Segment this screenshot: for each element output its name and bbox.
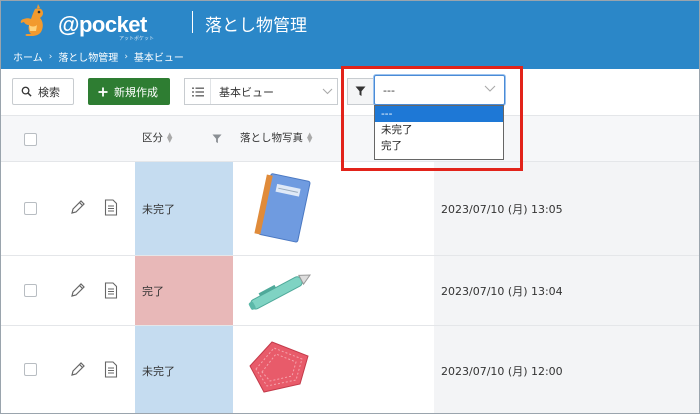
breadcrumb-separator-icon: ›	[48, 51, 53, 62]
records-table: 区分 ▲ ▼ 落とし物写真 ▲ ▼ 未完了 2023/07/10 (月) 13:…	[1, 115, 699, 413]
chevron-down-icon	[484, 85, 496, 92]
view-select[interactable]: 基本ビュー	[184, 78, 338, 105]
date-value: 2023/07/10 (月) 13:05	[441, 202, 563, 216]
notebook-image[interactable]	[244, 173, 316, 245]
filter-icon[interactable]	[212, 134, 222, 144]
dropdown-option[interactable]: 完了	[375, 138, 503, 154]
category-value: 未完了	[142, 364, 175, 378]
date-cell: 2023/07/10 (月) 13:04	[434, 256, 699, 325]
row-checkbox[interactable]	[24, 284, 37, 297]
photo-cell	[234, 162, 434, 255]
breadcrumb-home[interactable]: ホーム	[13, 49, 43, 64]
app-window: @pocket アットポケット 落とし物管理 ホーム › 落とし物管理 › 基本…	[0, 0, 700, 414]
new-record-button[interactable]: 新規作成	[88, 78, 170, 105]
search-icon	[21, 86, 32, 97]
table-header: 区分 ▲ ▼ 落とし物写真 ▲ ▼	[1, 115, 699, 162]
pen-image[interactable]	[242, 264, 318, 318]
dropdown-option[interactable]: ---	[375, 106, 503, 122]
pencil-icon[interactable]	[69, 282, 86, 299]
search-button-label: 検索	[38, 85, 60, 99]
status-filter-select[interactable]: ---	[374, 75, 505, 105]
date-cell: 2023/07/10 (月) 13:05	[434, 162, 699, 255]
view-select-value: 基本ビュー	[219, 85, 274, 99]
handkerchief-image[interactable]	[242, 336, 316, 398]
breadcrumb-separator-icon: ›	[124, 51, 128, 62]
logo-subtext: アットポケット	[119, 36, 155, 42]
photo-cell	[234, 256, 434, 325]
status-filter-value: ---	[383, 83, 395, 97]
table-row[interactable]: 完了 2023/07/10 (月) 13:04	[1, 256, 699, 326]
app-header: @pocket アットポケット 落とし物管理 ホーム › 落とし物管理 › 基本…	[1, 1, 699, 69]
table-row[interactable]: 未完了 2023/07/10 (月) 12:00	[1, 326, 699, 413]
column-header-label: 落とし物写真	[240, 132, 303, 144]
column-header-photo[interactable]: 落とし物写真 ▲ ▼	[240, 130, 312, 145]
dropdown-option[interactable]: 未完了	[375, 122, 503, 138]
filter-button[interactable]	[347, 78, 374, 105]
pencil-icon[interactable]	[69, 361, 86, 378]
plus-icon	[98, 87, 108, 96]
toolbar: 検索 新規作成 基本ビュー ---	[1, 69, 699, 115]
page-title: 落とし物管理	[205, 16, 307, 36]
category-cell: 未完了	[135, 326, 233, 413]
date-value: 2023/07/10 (月) 12:00	[441, 364, 563, 378]
category-cell: 未完了	[135, 162, 233, 255]
sort-icon: ▲ ▼	[167, 130, 173, 144]
sort-icon: ▲ ▼	[307, 130, 313, 144]
category-value: 未完了	[142, 202, 175, 216]
breadcrumb: ホーム › 落とし物管理 › 基本ビュー	[13, 49, 184, 65]
table-row[interactable]: 未完了 2023/07/10 (月) 13:05	[1, 162, 699, 256]
kangaroo-logo-icon	[20, 4, 43, 37]
status-filter-dropdown: --- 未完了 完了	[374, 105, 504, 160]
document-icon[interactable]	[104, 199, 118, 216]
filter-icon	[355, 86, 366, 96]
new-record-button-label: 新規作成	[114, 85, 158, 99]
column-header-category[interactable]: 区分 ▲ ▼	[142, 130, 172, 145]
breadcrumb-lost-items[interactable]: 落とし物管理	[58, 49, 118, 64]
photo-cell	[234, 326, 434, 413]
document-icon[interactable]	[104, 361, 118, 378]
column-header-label: 区分	[142, 132, 163, 144]
category-cell: 完了	[135, 256, 233, 325]
document-icon[interactable]	[104, 282, 118, 299]
category-value: 完了	[142, 284, 164, 298]
row-checkbox[interactable]	[24, 363, 37, 376]
chevron-down-icon	[317, 88, 337, 95]
breadcrumb-current-view: 基本ビュー	[133, 53, 184, 64]
date-cell: 2023/07/10 (月) 12:00	[434, 326, 699, 413]
select-all-checkbox[interactable]	[24, 133, 37, 146]
search-button[interactable]: 検索	[12, 78, 74, 105]
list-icon	[185, 79, 211, 104]
date-value: 2023/07/10 (月) 13:04	[441, 284, 563, 298]
header-divider	[192, 11, 193, 33]
row-checkbox[interactable]	[24, 202, 37, 215]
pencil-icon[interactable]	[69, 199, 86, 216]
